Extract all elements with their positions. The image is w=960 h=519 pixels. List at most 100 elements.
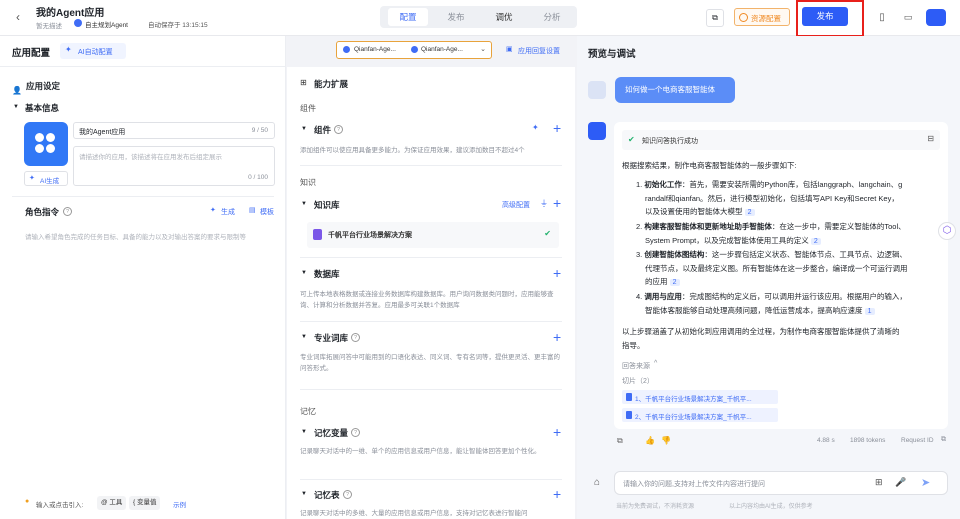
add-component-button[interactable]: +: [553, 120, 561, 136]
role-template-button[interactable]: 模板: [260, 207, 274, 217]
mic-icon[interactable]: 🎤: [895, 477, 906, 488]
user-message: 如何做一个电商客服智能体: [615, 77, 735, 103]
caret-down-icon[interactable]: ▼: [301, 429, 307, 435]
user-avatar[interactable]: [926, 9, 946, 26]
back-arrow-icon[interactable]: ‹: [12, 10, 24, 24]
capability-title: 能力扩展: [314, 79, 349, 89]
ai-auto-config-button[interactable]: ✦ AI自动配置: [60, 43, 126, 59]
filter-icon[interactable]: ⏚: [540, 198, 548, 209]
slice-chip-1[interactable]: 1、千帆平台行业场景解决方案_千帆平...: [622, 390, 778, 404]
thumbs-down-icon[interactable]: 👎: [661, 436, 671, 445]
collapse-icon[interactable]: ⊟: [927, 134, 934, 143]
ai-auto-config-label: AI自动配置: [78, 49, 113, 56]
tip-var-chip[interactable]: { 变量值: [129, 496, 161, 510]
app-name: 我的Agent应用: [36, 8, 105, 19]
model-a-label: Qianfan-Age...: [354, 46, 396, 53]
app-name-field[interactable]: 我的Agent应用 9 / 50: [73, 122, 275, 139]
preview-title: 预览与调试: [588, 49, 636, 60]
tab-publish[interactable]: 发布: [436, 7, 476, 27]
group-memory: 记忆: [300, 407, 316, 416]
top-bar: ‹ 我的Agent应用 暂无描述 自主规划Agent 自动保存于 13:15:1…: [0, 0, 960, 37]
copy-id-icon[interactable]: ⧉: [941, 436, 946, 444]
resource-config-button[interactable]: 资源配置: [734, 8, 790, 26]
copy-icon[interactable]: ⧉: [617, 436, 623, 446]
resource-config-label: 资源配置: [751, 14, 781, 23]
tab-tune[interactable]: 调优: [484, 7, 524, 27]
capability-panel: ⊞ 能力扩展 组件 ▼ 组件 ? ✦ + 添加组件可以使应用具备更多能力。为保证…: [287, 67, 575, 519]
tip-tool-chip[interactable]: @ 工具: [97, 496, 127, 510]
help-icon[interactable]: ?: [351, 428, 360, 437]
add-lexicon-button[interactable]: +: [553, 329, 561, 345]
app-desc-placeholder: 请描述你的应用，该描述将在应用发布后组定展示: [79, 154, 222, 161]
assistant-float-icon[interactable]: ⬡: [938, 222, 956, 240]
caret-down-icon[interactable]: ▼: [301, 334, 307, 340]
role-generate-button[interactable]: 生成: [221, 207, 235, 217]
caret-down-icon[interactable]: ▼: [301, 201, 307, 207]
answer-card: ✔ 知识问答执行成功 ⊟ 根据搜索结果，制作电商客服智能体的一般步骤如下: 1.…: [614, 122, 948, 429]
model-selector[interactable]: Qianfan-Age... Qianfan-Age... ⌄: [336, 41, 492, 59]
ai-generate-button[interactable]: ✦ AI生成: [24, 171, 68, 186]
add-db-button[interactable]: +: [553, 265, 561, 281]
caret-down-icon[interactable]: ▼: [301, 270, 307, 276]
kb-item[interactable]: 千帆平台行业场景解决方案 ✔: [307, 222, 559, 248]
send-icon[interactable]: ➤: [921, 476, 930, 489]
app-desc-count: 0 / 100: [248, 174, 268, 181]
citation-badge[interactable]: 2: [669, 279, 680, 286]
copy-icon[interactable]: ⧉: [706, 9, 724, 27]
add-memtable-button[interactable]: +: [553, 486, 561, 502]
chat-input[interactable]: 请输入你的问题,支持对上传文件内容进行提问 ⊞ 🎤 ➤: [614, 471, 948, 495]
help-icon[interactable]: ?: [343, 490, 352, 499]
app-desc-hint: 暂无描述: [36, 23, 62, 30]
ai-note: 以上内容均由AI生成，仅供参考: [729, 504, 813, 510]
app-name-value: 我的Agent应用: [79, 129, 126, 136]
tab-config[interactable]: 配置: [388, 8, 428, 26]
reference-tip: ● 输入或点击引入: @ 工具 { 变量值 示例: [25, 496, 275, 511]
tip-example-link[interactable]: 示例: [173, 499, 186, 509]
disclaimer: 当前为免费调试，不消耗资源: [616, 504, 695, 510]
document-icon: [313, 229, 322, 240]
add-memvar-button[interactable]: +: [553, 424, 561, 440]
chat-input-placeholder: 请输入你的问题,支持对上传文件内容进行提问: [623, 481, 765, 488]
role-instruction-title: 角色指令: [25, 207, 60, 217]
sparkle-icon[interactable]: ✦: [532, 123, 539, 132]
kb-title: 知识库: [314, 200, 340, 210]
help-icon[interactable]: ?: [334, 125, 343, 134]
publish-button[interactable]: 发布: [802, 7, 848, 26]
caret-down-icon[interactable]: ▼: [13, 104, 19, 110]
memtable-desc: 记录聊天对话中的多维、大量的应用信息或用户信息，支持对记忆表进行智能问: [300, 510, 528, 517]
memvar-title: 记忆变量: [314, 428, 349, 438]
thumbs-up-icon[interactable]: 👍: [645, 436, 655, 445]
chevron-up-icon[interactable]: ^: [654, 360, 657, 367]
agent-icon: [74, 19, 82, 27]
citation-badge[interactable]: 1: [864, 307, 875, 315]
caret-down-icon[interactable]: ▼: [301, 126, 307, 132]
add-kb-button[interactable]: +: [553, 195, 561, 211]
request-id: Request ID: [901, 437, 934, 444]
tab-analysis[interactable]: 分析: [532, 7, 572, 27]
help-icon[interactable]: ?: [63, 207, 72, 216]
slice-chip-2[interactable]: 2、千帆平台行业场景解决方案_千帆平...: [622, 408, 778, 422]
tool-status-box[interactable]: ✔ 知识问答执行成功 ⊟: [622, 130, 940, 150]
answer-step-4: 4. 调用与应用：完成图结构的定义后，可以调用并运行该应用。根据用户的输入， 智…: [636, 292, 907, 315]
app-avatar[interactable]: [24, 122, 68, 166]
memvar-desc: 记录聊天对话中的一维、单个的应用信息或用户信息，能让智能体回答更加个性化。: [300, 448, 541, 455]
db-desc: 可上传本地表格数据或连接业务数据库构建数据库。用户询问数据类问题时，应用能够查询…: [300, 291, 554, 309]
feedback-icon[interactable]: ▭: [902, 11, 914, 23]
reply-settings-button[interactable]: 应用回复设置: [518, 46, 560, 56]
lexicon-title: 专业词库: [314, 333, 349, 343]
role-instruction-input[interactable]: 请输入希望角色完成的任务目标、具备的能力以及对输出答案的要求与限制等: [25, 232, 277, 262]
help-icon[interactable]: ?: [351, 333, 360, 342]
upload-icon[interactable]: ⊞: [875, 477, 883, 488]
citation-badge[interactable]: 2: [744, 209, 755, 216]
slice-1-label: 1、千帆平台行业场景解决方案_千帆平...: [635, 396, 752, 403]
db-title: 数据库: [314, 269, 340, 279]
source-label[interactable]: 回答来源: [622, 361, 650, 371]
citation-badge[interactable]: 2: [810, 237, 821, 245]
book-icon[interactable]: ▯: [876, 11, 888, 23]
new-chat-icon[interactable]: ⌂: [594, 477, 600, 488]
caret-down-icon[interactable]: ▼: [301, 491, 307, 497]
kb-advanced-link[interactable]: 高级配置: [502, 200, 530, 210]
slices-label: 切片（2）: [622, 378, 654, 385]
success-icon: ✔: [628, 135, 635, 144]
app-desc-field[interactable]: 请描述你的应用，该描述将在应用发布后组定展示 0 / 100: [73, 146, 275, 186]
